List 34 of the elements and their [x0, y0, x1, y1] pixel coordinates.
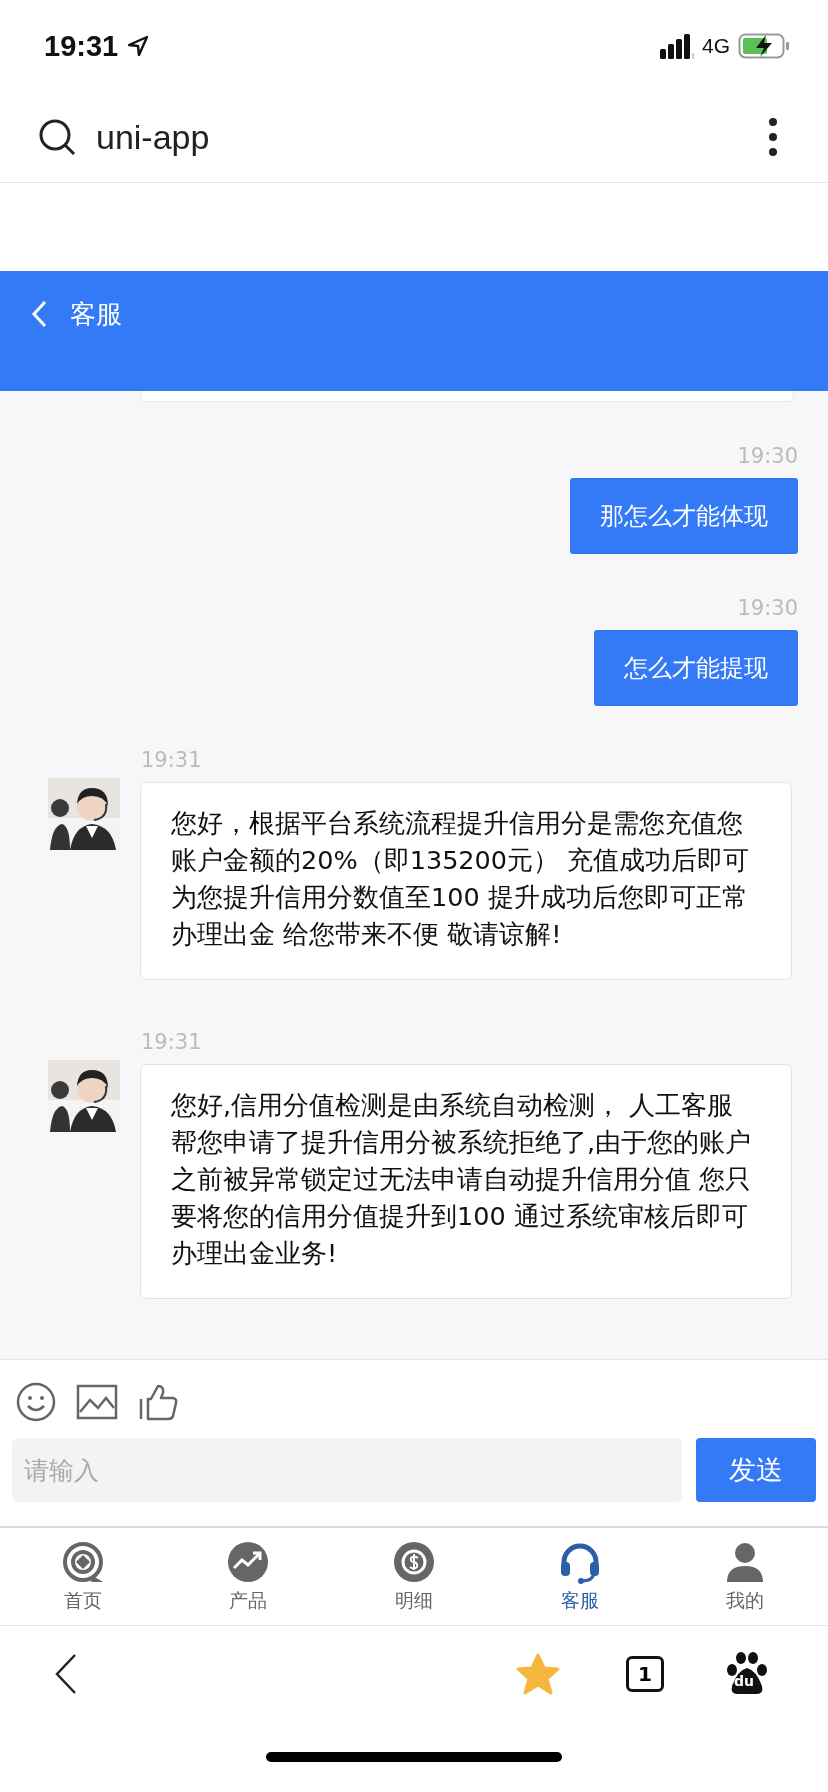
message-bubble: 您好，根据平台系统流程提升信用分是需您充值您账户金额的20%（即135200元） 充值成功后即可为您提升信用分数值至100 提升成功后您即可正常办理出金 给您带来不便 敬请谅解! [140, 782, 792, 980]
target-icon [60, 1539, 105, 1584]
message-bubble: 怎么才能提现 [594, 630, 798, 706]
dollar-icon [392, 1539, 436, 1584]
tab-item[interactable]: 客服 [496, 1528, 663, 1625]
message-time: 19:30 [737, 444, 798, 468]
page-title: 客服 [70, 297, 122, 331]
browser-title: uni-app [96, 117, 210, 157]
message-time: 19:31 [141, 1030, 203, 1054]
message-input[interactable]: 请输入 [12, 1438, 682, 1502]
back-icon[interactable] [54, 1653, 78, 1695]
search-icon[interactable] [38, 118, 76, 156]
tab-item[interactable]: 首页 [0, 1528, 166, 1625]
battery-icon [738, 33, 790, 59]
paw-logo[interactable]: du [726, 1652, 768, 1696]
thumbs-up-icon[interactable] [138, 1383, 178, 1421]
image-icon[interactable] [76, 1384, 118, 1420]
message-time: 19:31 [141, 748, 203, 772]
signal-icon [660, 33, 694, 59]
status-time: 19:31 [44, 29, 119, 63]
message-bubble: 您好,信用分值检测是由系统自动检测， 人工客服帮您申请了提升信用分被系统拒绝了,由于您的账户之前被异常锁定过无法申请自动提升信用分值 您只要将您的信用分值提升到100 通过系统审核后即可办理出金业务! [140, 1064, 792, 1299]
tab-item[interactable]: 产品 [165, 1528, 332, 1625]
more-icon[interactable] [768, 117, 778, 157]
trend-icon [226, 1539, 271, 1584]
emoji-icon[interactable] [16, 1382, 56, 1422]
message-bubble: 那怎么才能体现 [570, 478, 798, 554]
star-icon[interactable] [516, 1653, 560, 1695]
location-icon [126, 34, 151, 58]
tab-item[interactable]: 我的 [662, 1528, 828, 1625]
network-label: 4G [702, 34, 730, 58]
message-time: 19:30 [737, 596, 798, 620]
tab-item[interactable]: 明细 [331, 1528, 497, 1625]
send-button[interactable]: 发送 [696, 1438, 816, 1502]
tab-count-button[interactable]: 1 [626, 1656, 664, 1692]
